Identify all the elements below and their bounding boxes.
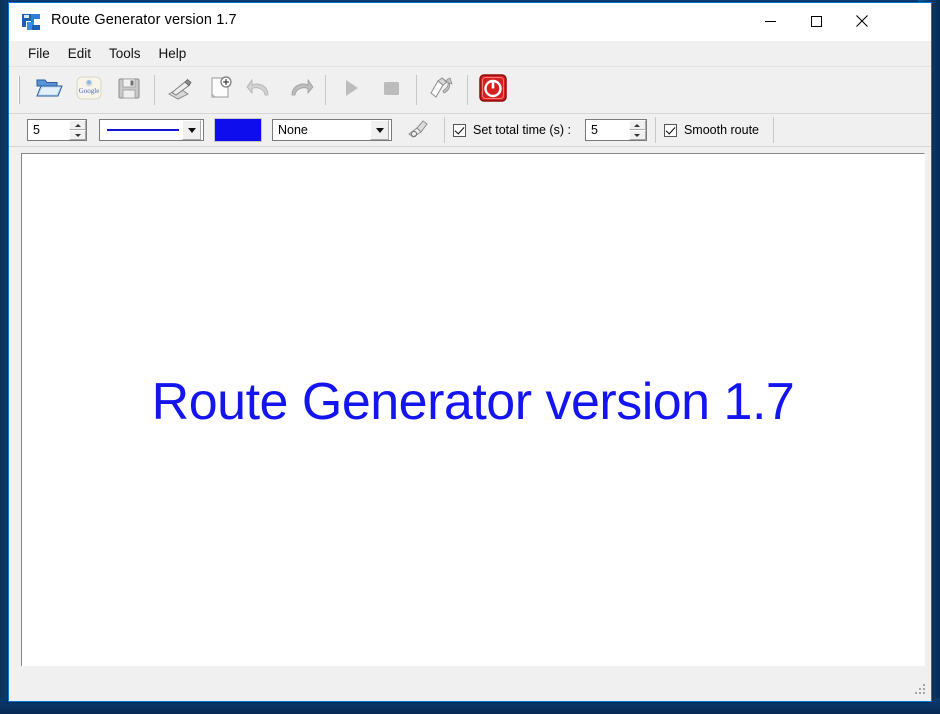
- redo-icon: [286, 75, 314, 106]
- google-maps-button[interactable]: Google: [69, 70, 109, 110]
- toolbar-separator: [154, 75, 155, 105]
- toolbar-separator: [773, 117, 774, 143]
- line-width-increment-button[interactable]: [69, 120, 86, 130]
- line-style-dropdown-button[interactable]: [182, 120, 201, 140]
- line-color-swatch[interactable]: [214, 118, 262, 142]
- minimize-button[interactable]: [747, 3, 793, 39]
- save-button[interactable]: [109, 70, 149, 110]
- chevron-up-icon: [74, 123, 81, 127]
- toolbar-separator: [654, 117, 656, 143]
- draw-route-icon: [166, 75, 194, 106]
- redo-button[interactable]: [280, 70, 320, 110]
- line-width-spinner[interactable]: 5: [27, 119, 87, 141]
- toolbar-separator: [325, 75, 326, 105]
- app-window: Route Generator version 1.7 File Edit To…: [8, 2, 932, 702]
- smooth-route-label: Smooth route: [683, 123, 759, 137]
- quit-icon: [478, 73, 508, 108]
- toolbar-separator: [416, 75, 417, 105]
- draw-route-button[interactable]: [160, 70, 200, 110]
- add-waypoint-icon: [207, 75, 233, 106]
- erase-route-icon: [428, 75, 456, 106]
- resize-grip-icon[interactable]: [911, 682, 927, 698]
- add-waypoint-button[interactable]: [200, 70, 240, 110]
- total-time-decrement-button[interactable]: [628, 130, 646, 140]
- set-total-time-label: Set total time (s) :: [473, 123, 571, 137]
- total-time-increment-button[interactable]: [628, 120, 646, 130]
- set-total-time-checkbox[interactable]: [453, 123, 466, 137]
- undo-button[interactable]: [240, 70, 280, 110]
- total-time-arrows: [627, 120, 646, 140]
- title-bar[interactable]: Route Generator version 1.7: [9, 3, 931, 41]
- close-button[interactable]: [839, 3, 885, 39]
- quit-button[interactable]: [473, 70, 513, 110]
- chevron-down-icon: [74, 133, 81, 137]
- menu-item-tools[interactable]: Tools: [100, 43, 150, 65]
- set-total-time-group: Set total time (s) :: [453, 123, 571, 137]
- chevron-down-icon: [634, 133, 641, 137]
- line-style-preview: [107, 129, 179, 131]
- save-icon: [116, 75, 142, 106]
- minimize-icon: [764, 20, 776, 22]
- close-icon: [856, 15, 868, 27]
- maximize-button[interactable]: [793, 3, 839, 39]
- map-canvas-surface[interactable]: Route Generator version 1.7: [22, 154, 924, 666]
- marker-dropdown-button[interactable]: [370, 120, 389, 140]
- play-icon: [339, 76, 363, 105]
- toolbar-separator: [444, 117, 445, 143]
- smooth-route-checkbox[interactable]: [663, 123, 677, 137]
- play-button[interactable]: [331, 70, 371, 110]
- app-logo-icon: [21, 12, 42, 32]
- chevron-down-icon: [375, 127, 384, 133]
- line-width-decrement-button[interactable]: [69, 130, 86, 140]
- toolbar-drag-handle[interactable]: [17, 76, 24, 104]
- marker-combo[interactable]: None: [272, 119, 392, 141]
- window-title: Route Generator version 1.7: [51, 12, 237, 28]
- erase-route-button[interactable]: [422, 70, 462, 110]
- line-width-value[interactable]: 5: [28, 120, 68, 140]
- chevron-down-icon: [187, 127, 196, 133]
- google-maps-icon: Google: [75, 75, 103, 106]
- map-canvas[interactable]: Route Generator version 1.7: [21, 153, 925, 667]
- toolbar-separator: [467, 75, 468, 105]
- undo-icon: [246, 75, 274, 106]
- menu-item-file[interactable]: File: [19, 43, 59, 65]
- marker-value: None: [278, 123, 308, 137]
- smooth-route-group: Smooth route: [663, 123, 759, 137]
- total-time-value[interactable]: 5: [586, 120, 628, 140]
- canvas-placeholder-title: Route Generator version 1.7: [151, 373, 795, 431]
- icon-toolbar: Google: [9, 67, 931, 114]
- stop-icon: [379, 76, 403, 105]
- eraser-button[interactable]: [402, 116, 436, 144]
- status-bar: [10, 666, 930, 700]
- controls-toolbar: 5 None Set total time (s): 5 Smooth rou…: [9, 114, 931, 147]
- menu-item-help[interactable]: Help: [150, 43, 196, 65]
- menu-item-edit[interactable]: Edit: [59, 43, 100, 65]
- stop-button[interactable]: [371, 70, 411, 110]
- line-style-combo[interactable]: [99, 119, 204, 141]
- eraser-icon: [406, 117, 432, 144]
- open-map-icon: [35, 75, 63, 106]
- total-time-spinner[interactable]: 5: [584, 119, 647, 141]
- chevron-up-icon: [634, 123, 641, 127]
- open-map-button[interactable]: [29, 70, 69, 110]
- line-width-arrows: [68, 120, 86, 140]
- maximize-icon: [810, 15, 822, 27]
- svg-text:Google: Google: [79, 87, 100, 95]
- menu-bar: File Edit Tools Help: [9, 41, 931, 67]
